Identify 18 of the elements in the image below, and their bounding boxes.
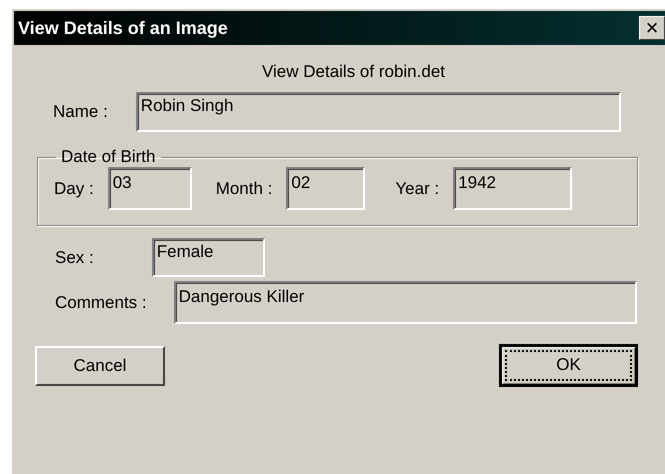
dialog-heading: View Details of robin.det	[262, 62, 445, 82]
field-label: Month :	[216, 178, 272, 198]
group-label: Date of Birth	[60, 147, 156, 167]
window-title: View Details of an Image	[17, 18, 228, 38]
text-field[interactable]: 1942	[453, 167, 572, 210]
field-label: Day :	[54, 178, 94, 198]
ok-button[interactable]: OK	[499, 344, 638, 387]
field-label: Year :	[395, 178, 440, 198]
close-button[interactable]: ×	[639, 16, 665, 40]
text-field[interactable]: Dangerous Killer	[174, 281, 637, 324]
text-field[interactable]: 02	[286, 167, 366, 210]
field-label: Sex :	[55, 248, 94, 268]
field-label: Name :	[53, 102, 108, 122]
field-label: Comments :	[55, 292, 147, 312]
text-field[interactable]: Robin Singh	[136, 92, 621, 132]
cancel-button[interactable]: Cancel	[35, 346, 165, 386]
text-field[interactable]: 03	[108, 167, 192, 210]
text-field[interactable]: Female	[152, 238, 265, 277]
